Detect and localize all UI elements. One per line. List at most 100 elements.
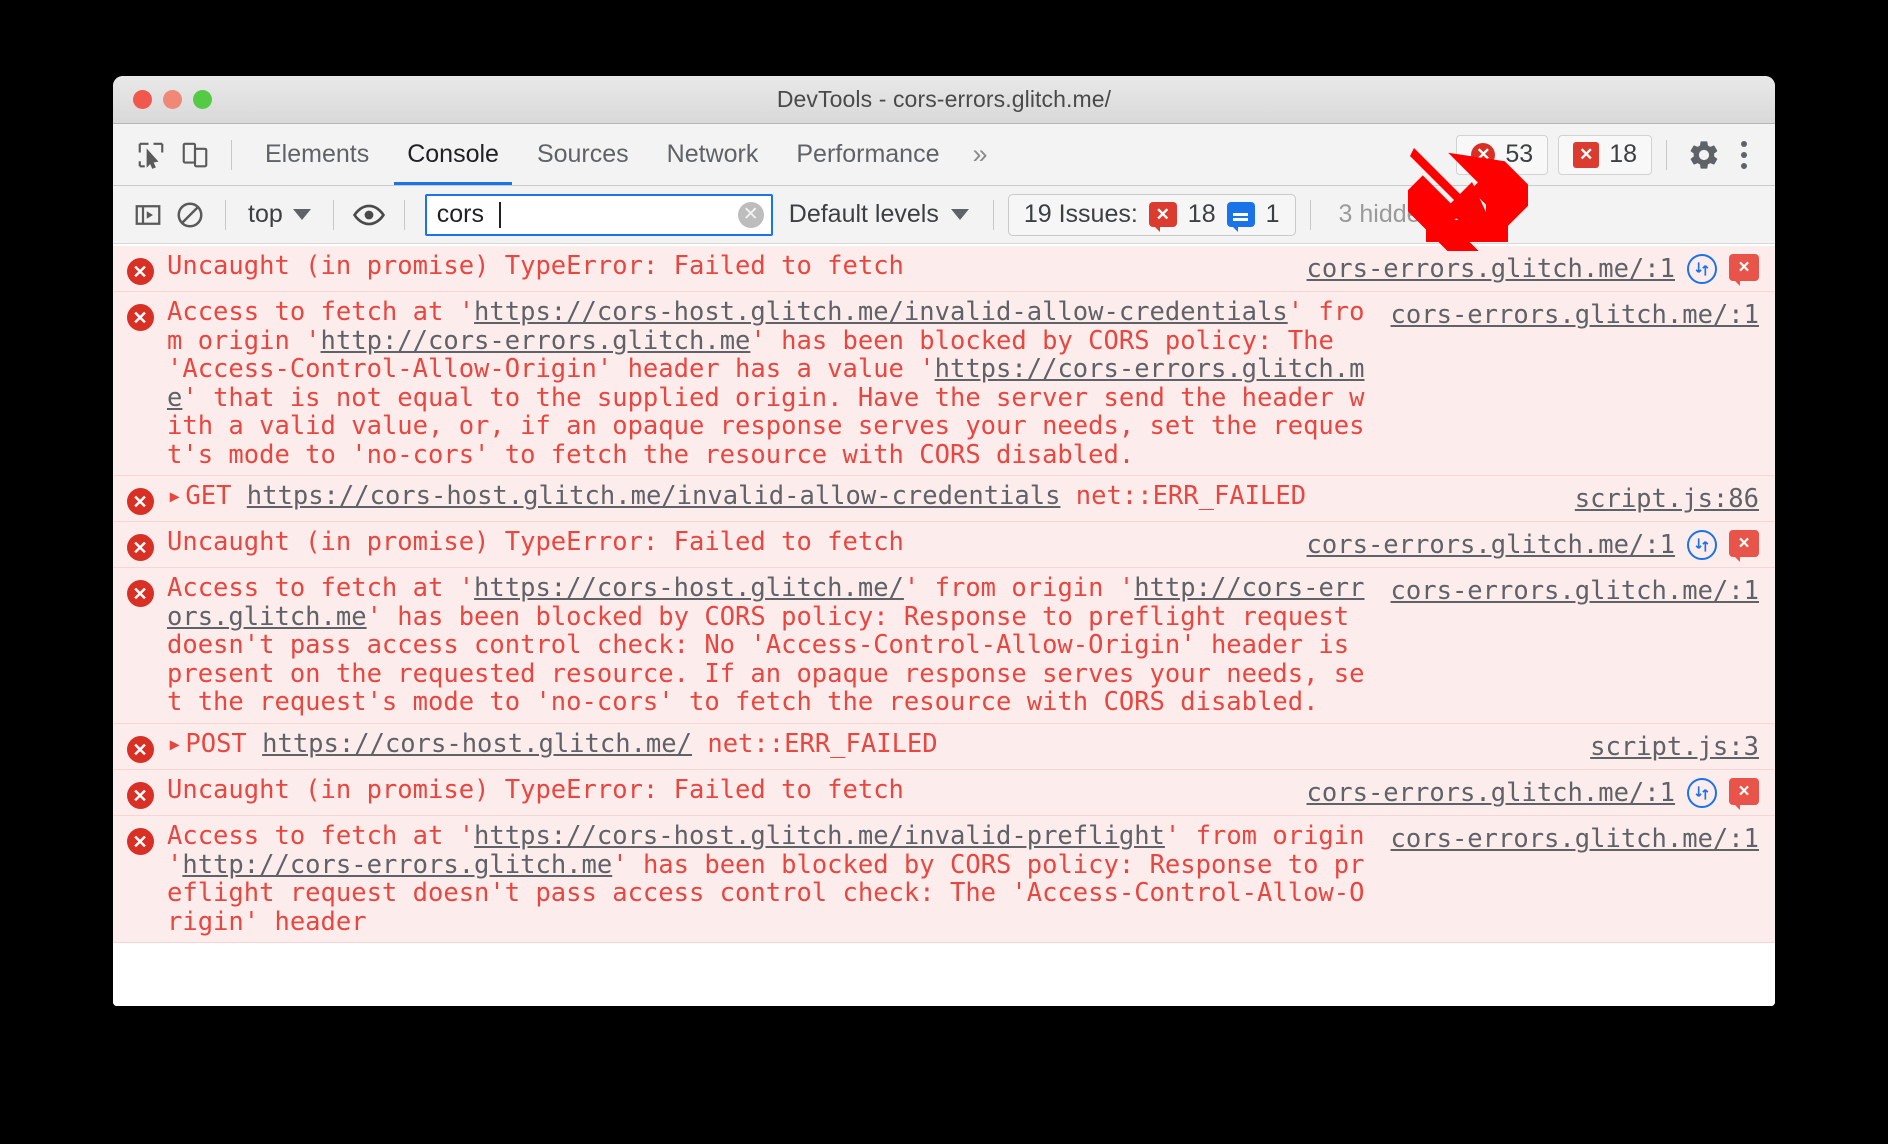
- message-url-link[interactable]: https://cors-host.glitch.me/invalid-allo…: [474, 297, 1288, 327]
- window-title: DevTools - cors-errors.glitch.me/: [776, 86, 1112, 112]
- issue-badge-icon[interactable]: ×: [1729, 530, 1759, 563]
- console-message-row[interactable]: ✕ ▸ GET https://cors-host.glitch.me/invali…: [113, 476, 1775, 523]
- source-location-link[interactable]: cors-errors.glitch.me/:1: [1391, 300, 1759, 330]
- source-location-link[interactable]: cors-errors.glitch.me/:1: [1391, 824, 1759, 854]
- network-request-icon[interactable]: [1687, 778, 1717, 809]
- console-error-counter[interactable]: ✕ 53: [1456, 134, 1549, 175]
- message-source-cell: cors-errors.glitch.me/:1 ×: [1307, 528, 1775, 563]
- clear-input-icon[interactable]: ✕: [737, 201, 764, 228]
- console-message-list[interactable]: ✕ Uncaught (in promise) TypeError: Failed…: [113, 246, 1775, 1006]
- message-text-fragment: ' that is not equal to the supplied orig…: [167, 382, 1365, 470]
- tab-label: Elements: [265, 140, 370, 168]
- issue-count-label: 18: [1609, 140, 1637, 168]
- kebab-menu-icon[interactable]: [1727, 132, 1761, 178]
- tab-performance[interactable]: Performance: [777, 124, 958, 185]
- message-text-fragment: net::ERR_FAILED: [1060, 481, 1307, 512]
- message-icon-cell: ✕: [113, 730, 167, 764]
- message-text-fragment: Uncaught (in promise) TypeError: Failed …: [167, 775, 904, 806]
- error-circle-icon: ✕: [126, 580, 154, 608]
- tab-console[interactable]: Console: [388, 124, 518, 185]
- message-text: Uncaught (in promise) TypeError: Failed …: [167, 252, 1307, 285]
- issue-badge-icon[interactable]: ×: [1729, 778, 1759, 811]
- message-source-cell: cors-errors.glitch.me/:1: [1391, 822, 1775, 936]
- live-expression-eye-icon[interactable]: [348, 194, 390, 236]
- tab-network[interactable]: Network: [648, 124, 778, 185]
- log-levels-label: Default levels: [788, 200, 939, 228]
- message-icon-cell: ✕: [113, 482, 167, 516]
- message-url-link[interactable]: http://cors-errors.glitch.me: [321, 326, 751, 356]
- message-url-link[interactable]: https://cors-host.glitch.me/: [262, 729, 692, 759]
- console-filter-toolbar: top ✕ Default levels: [113, 186, 1775, 244]
- error-circle-icon: ✕: [126, 488, 154, 516]
- network-request-icon[interactable]: [1687, 530, 1717, 561]
- window-traffic-lights: [133, 90, 212, 109]
- source-location-link[interactable]: script.js:3: [1590, 732, 1759, 762]
- message-source-cell: cors-errors.glitch.me/:1 ×: [1307, 776, 1775, 811]
- console-message-row[interactable]: ✕ Uncaught (in promise) TypeError: Failed…: [113, 770, 1775, 817]
- source-location-link[interactable]: script.js:86: [1575, 484, 1759, 514]
- maximize-window-button[interactable]: [193, 90, 212, 109]
- console-message-row[interactable]: ✕ ▸ POST https://cors-host.glitch.me/ net:…: [113, 724, 1775, 771]
- message-text-fragment: Uncaught (in promise) TypeError: Failed …: [167, 527, 904, 558]
- source-location-link[interactable]: cors-errors.glitch.me/:1: [1307, 530, 1675, 560]
- issues-info-count: 1: [1265, 200, 1280, 228]
- source-location-link[interactable]: cors-errors.glitch.me/:1: [1307, 254, 1675, 284]
- source-location-link[interactable]: cors-errors.glitch.me/:1: [1391, 576, 1759, 606]
- message-text-fragment: net::ERR_FAILED: [692, 729, 938, 760]
- issue-badge-icon[interactable]: ×: [1729, 254, 1759, 286]
- tab-sources[interactable]: Sources: [518, 124, 648, 185]
- text-cursor: [498, 201, 501, 228]
- minimize-window-button[interactable]: [163, 90, 182, 109]
- filterbar-divider-5: [1309, 199, 1311, 230]
- filterbar-divider-2: [332, 199, 334, 230]
- search-input[interactable]: [424, 193, 773, 236]
- gear-icon[interactable]: [1681, 132, 1727, 178]
- screenshot-root: DevTools - cors-errors.glitch.me/ Elemen…: [0, 0, 1888, 1144]
- error-circle-icon: ✕: [126, 828, 154, 856]
- console-message-row[interactable]: ✕ Uncaught (in promise) TypeError: Failed…: [113, 522, 1775, 569]
- more-tabs-chevron-icon[interactable]: »: [958, 141, 1001, 168]
- tab-label: Sources: [536, 140, 629, 168]
- message-source-cell: script.js:3: [1590, 730, 1775, 763]
- issues-label: 19 Issues:: [1023, 200, 1138, 228]
- message-icon-cell: ✕: [113, 822, 167, 936]
- console-message-row[interactable]: ✕ Access to fetch at 'https://cors-host.g…: [113, 568, 1775, 725]
- issues-counter[interactable]: ✕ 18: [1558, 134, 1652, 175]
- request-method: GET: [185, 481, 247, 512]
- issue-error-bubble-icon: ✕: [1148, 202, 1177, 232]
- message-text: ▸ POST https://cors-host.glitch.me/ net::…: [167, 730, 1590, 763]
- issue-square-icon: ✕: [1573, 141, 1600, 168]
- log-levels-selector[interactable]: Default levels: [779, 200, 979, 229]
- clear-console-icon[interactable]: [169, 194, 211, 236]
- message-url-link[interactable]: https://cors-host.glitch.me/invalid-allo…: [247, 481, 1061, 511]
- console-filter-search: ✕: [424, 193, 773, 236]
- console-sidebar-icon[interactable]: [127, 194, 169, 236]
- message-source-cell: cors-errors.glitch.me/:1: [1391, 574, 1775, 717]
- expand-triangle-icon[interactable]: ▸: [167, 482, 182, 511]
- issues-summary-button[interactable]: 19 Issues: ✕ 18 1: [1007, 193, 1296, 236]
- issue-info-bubble-icon: [1226, 202, 1255, 232]
- tab-elements[interactable]: Elements: [246, 124, 388, 185]
- device-toolbar-icon[interactable]: [173, 133, 217, 177]
- filterbar-divider-1: [225, 199, 226, 230]
- message-url-link[interactable]: https://cors-host.glitch.me/: [474, 573, 904, 603]
- inspect-cursor-icon[interactable]: [129, 133, 173, 177]
- tabbar-divider-2: [1666, 139, 1667, 170]
- message-text-fragment: Uncaught (in promise) TypeError: Failed …: [167, 251, 904, 281]
- network-request-icon[interactable]: [1687, 254, 1717, 284]
- chevron-down-icon: [950, 209, 969, 220]
- expand-triangle-icon[interactable]: ▸: [167, 730, 182, 759]
- execution-context-selector[interactable]: top: [240, 200, 319, 229]
- message-text: Access to fetch at 'https://cors-host.gl…: [167, 574, 1391, 717]
- console-message-row[interactable]: ✕ Access to fetch at 'https://cors-host.g…: [113, 816, 1775, 944]
- message-url-link[interactable]: https://cors-host.glitch.me/invalid-pref…: [474, 821, 1165, 851]
- close-window-button[interactable]: [133, 90, 152, 109]
- request-method: POST: [185, 729, 263, 760]
- message-url-link[interactable]: http://cors-errors.glitch.me: [182, 850, 612, 880]
- console-message-row[interactable]: ✕ Access to fetch at 'https://cors-host.g…: [113, 292, 1775, 477]
- console-settings-gear-icon[interactable]: [1448, 192, 1494, 238]
- message-source-cell: cors-errors.glitch.me/:1: [1391, 298, 1775, 469]
- tab-label: Console: [407, 140, 499, 168]
- console-message-row[interactable]: ✕ Uncaught (in promise) TypeError: Failed…: [113, 246, 1775, 292]
- source-location-link[interactable]: cors-errors.glitch.me/:1: [1307, 778, 1675, 808]
